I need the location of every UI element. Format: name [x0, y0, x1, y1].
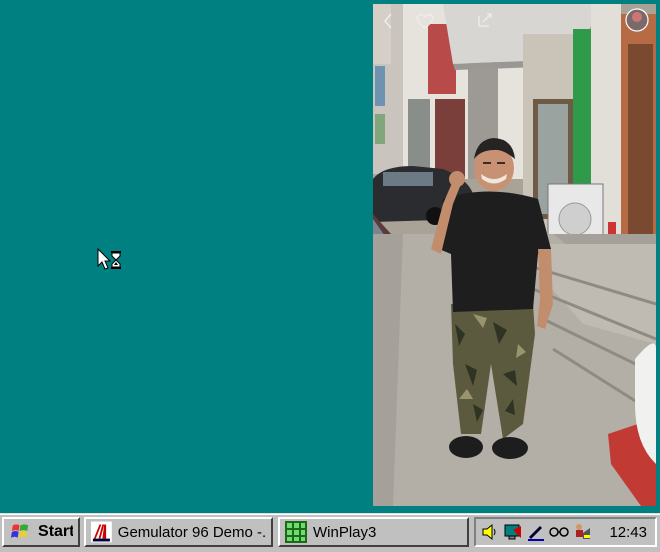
photo-viewer[interactable]: [373, 4, 656, 506]
taskbar-item-gemulator[interactable]: Gemulator 96 Demo -...: [84, 517, 273, 547]
start-label: Start: [38, 523, 73, 540]
start-button[interactable]: Start: [2, 517, 80, 547]
taskbar: Start Gemulator 96 Demo -... WinPlay3 12…: [0, 513, 660, 552]
street-photo: [373, 4, 656, 506]
taskbar-item-label: Gemulator 96 Demo -...: [117, 523, 266, 541]
clock[interactable]: 12:43: [609, 524, 651, 541]
taskbar-item-winplay[interactable]: WinPlay3: [278, 517, 469, 547]
pen-icon[interactable]: [526, 522, 546, 542]
taskbar-item-label: WinPlay3: [313, 523, 377, 541]
winplay-icon: [285, 521, 307, 543]
glasses-icon[interactable]: [549, 522, 569, 542]
monitor-icon[interactable]: [503, 522, 523, 542]
desktop[interactable]: [0, 0, 660, 513]
scheduler-icon[interactable]: [572, 522, 592, 542]
windows-logo-icon: [10, 524, 29, 538]
system-tray: 12:43: [474, 517, 657, 547]
speaker-icon[interactable]: [480, 522, 500, 542]
gemulator-icon: [91, 521, 112, 543]
busy-cursor-icon: [97, 248, 121, 270]
